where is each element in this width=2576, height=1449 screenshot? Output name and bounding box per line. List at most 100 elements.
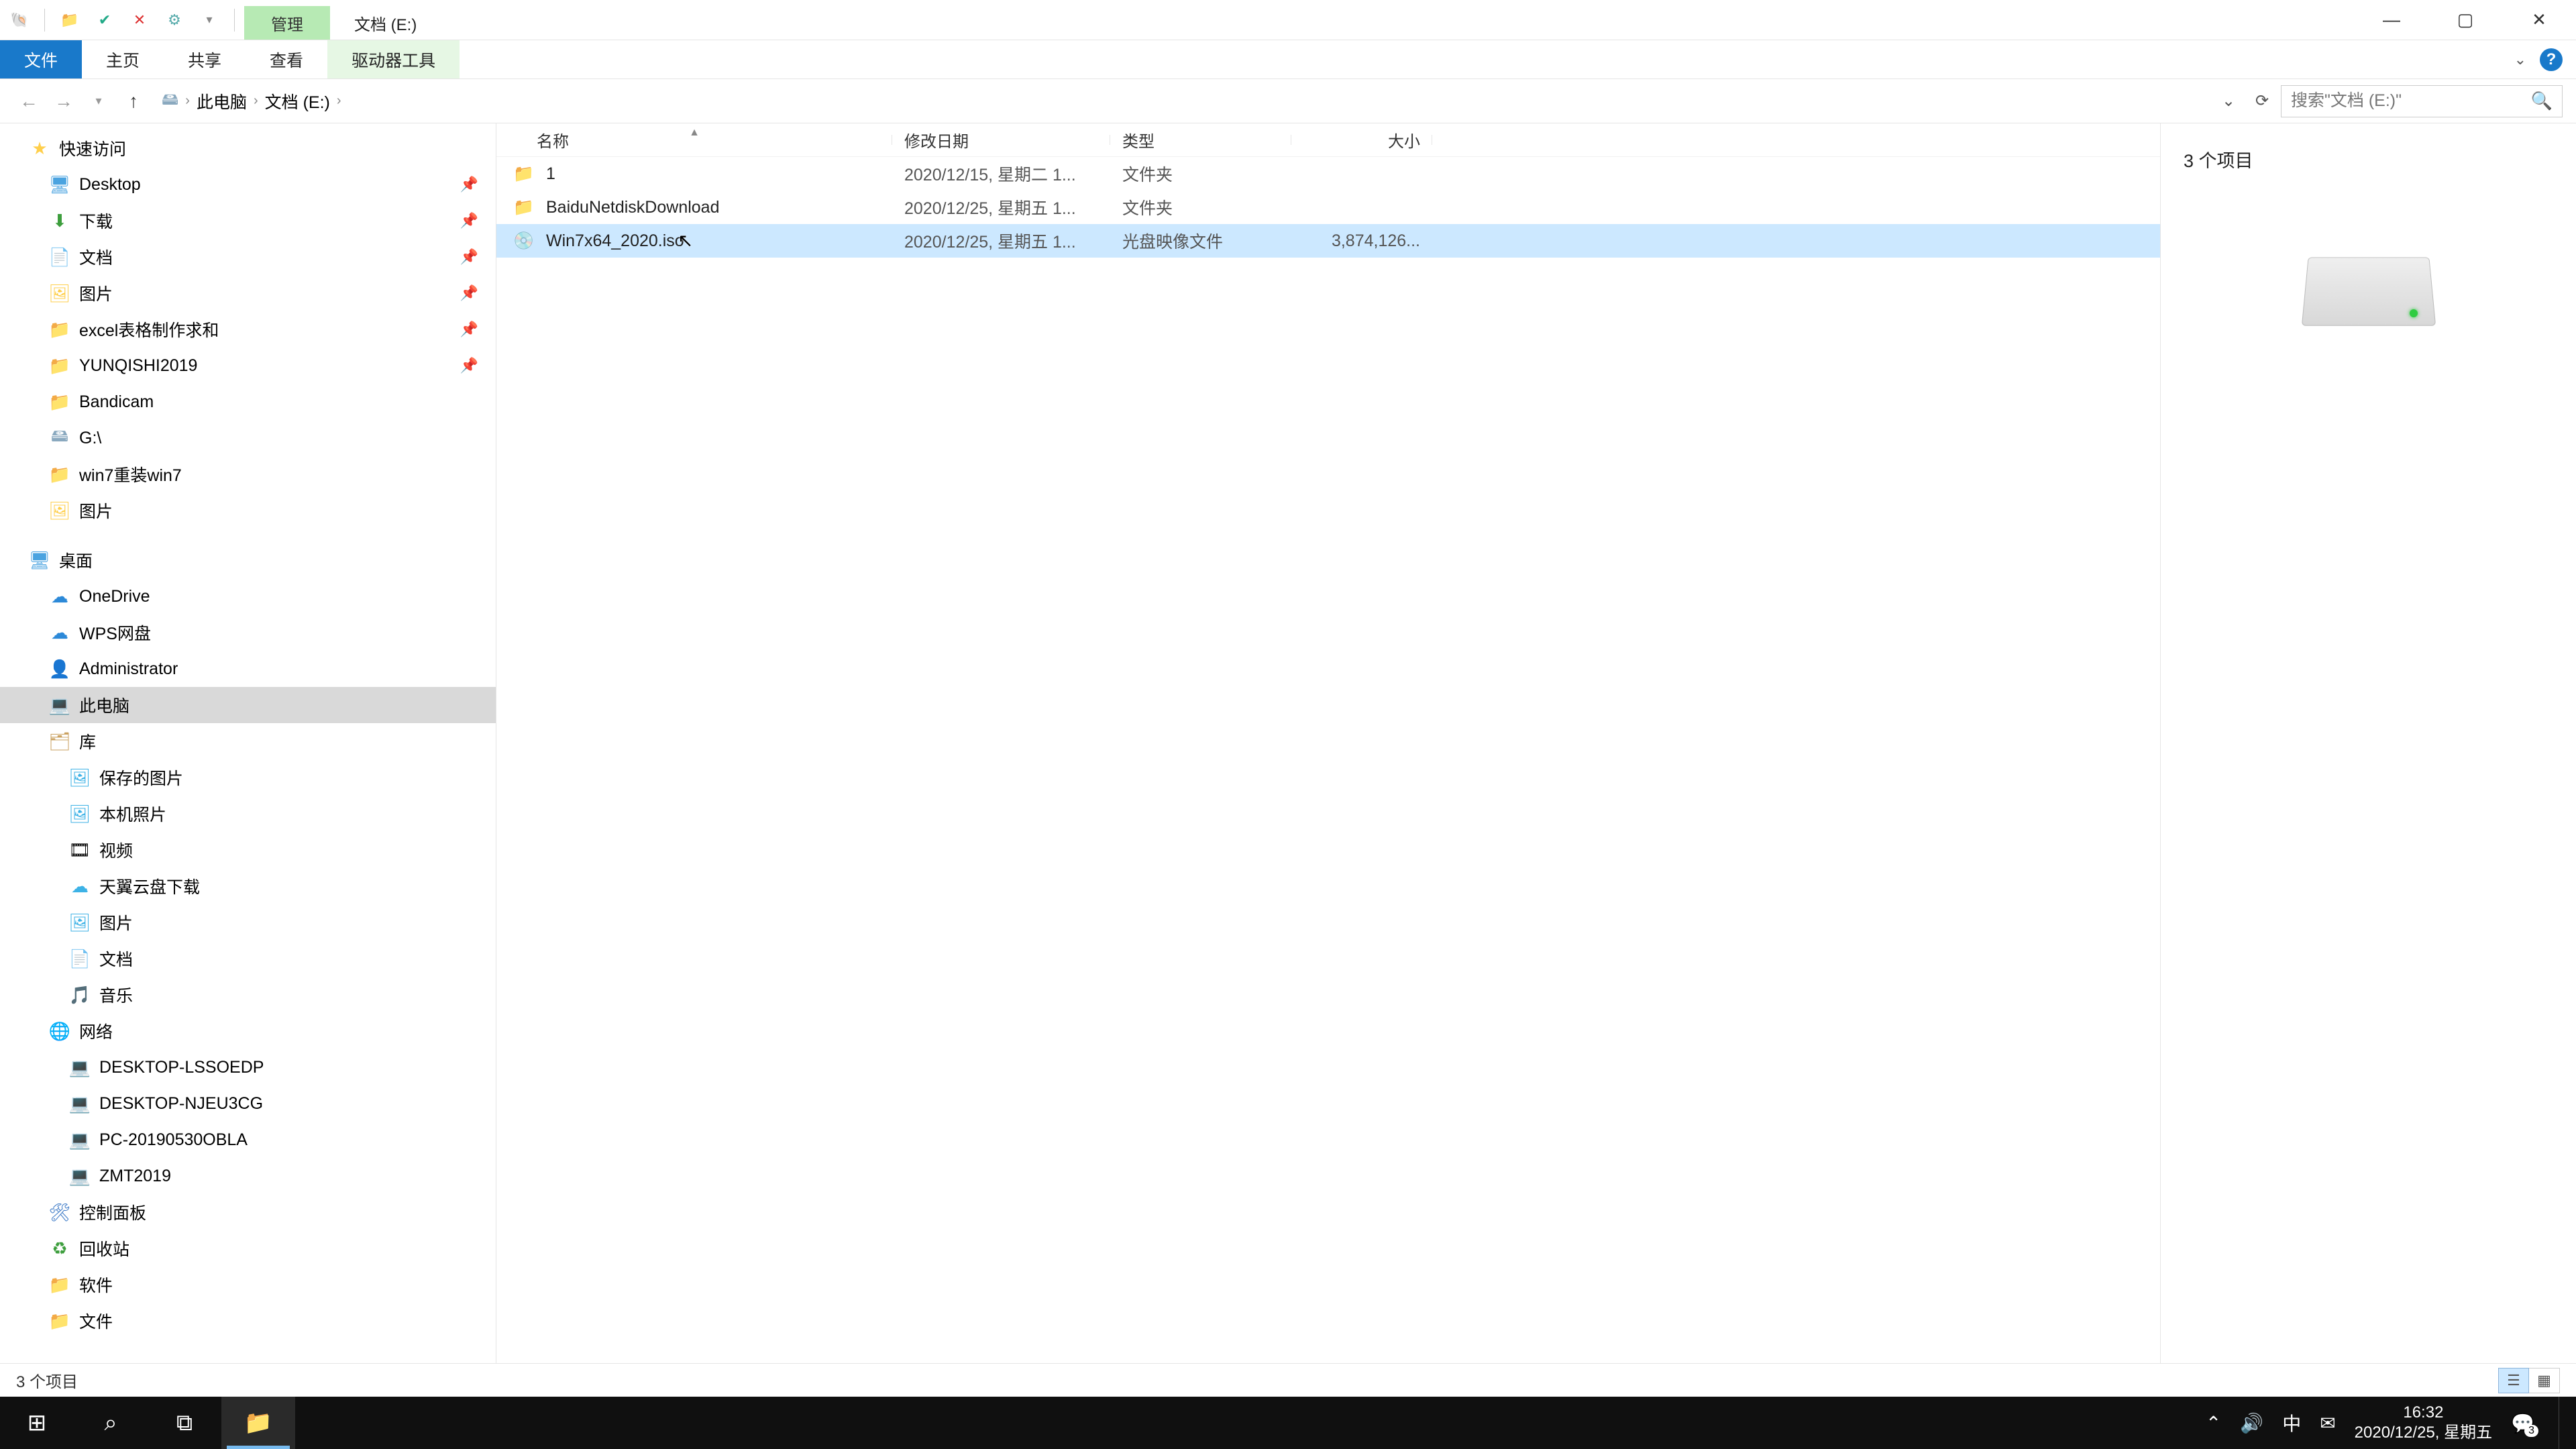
clock[interactable]: 16:32 2020/12/25, 星期五 — [2355, 1403, 2492, 1443]
minimize-button[interactable]: ― — [2355, 0, 2428, 40]
context-tab-manage[interactable]: 管理 — [244, 6, 330, 40]
tree-this-pc[interactable]: 💻此电脑 — [0, 687, 496, 723]
action-center-icon[interactable]: 💬3 — [2511, 1412, 2534, 1434]
breadcrumb-drive[interactable]: 文档 (E:) — [265, 89, 330, 113]
chevron-right-icon[interactable]: › — [254, 93, 258, 109]
column-type[interactable]: 类型 — [1110, 128, 1291, 152]
tree-label: 软件 — [79, 1273, 113, 1297]
tree-network-pc[interactable]: 💻 PC-20190530OBLA — [0, 1122, 496, 1158]
ribbon-tab-share[interactable]: 共享 — [164, 40, 246, 78]
tree-documents[interactable]: 📄文档📌 — [0, 239, 496, 275]
tree-videos[interactable]: 🎞视频 — [0, 832, 496, 868]
tree-desktop-group[interactable]: 🖥桌面 — [0, 542, 496, 578]
view-toggle-group: ☰ ▦ — [2498, 1368, 2560, 1393]
tree-software[interactable]: 📁软件 — [0, 1267, 496, 1303]
tray-overflow-icon[interactable]: ⌃ — [2206, 1412, 2221, 1434]
ribbon-tab-view[interactable]: 查看 — [246, 40, 327, 78]
tree-yunqishi[interactable]: 📁YUNQISHI2019📌 — [0, 347, 496, 384]
pin-icon: 📌 — [460, 248, 478, 266]
file-row[interactable]: 📁BaiduNetdiskDownload2020/12/25, 星期五 1..… — [496, 191, 2160, 224]
tree-g-drive[interactable]: 🖴G:\ — [0, 420, 496, 456]
column-name[interactable]: ▲名称 — [496, 128, 892, 152]
nav-recent-button[interactable]: ▾ — [83, 86, 114, 117]
file-date-cell: 2020/12/25, 星期五 1... — [892, 229, 1110, 253]
pc-icon: 💻 — [70, 1130, 90, 1150]
tree-label: win7重装win7 — [79, 462, 182, 486]
start-button[interactable]: ⊞ — [0, 1397, 74, 1449]
breadcrumb-pc[interactable]: 此电脑 — [197, 89, 247, 113]
close-button[interactable]: ✕ — [2502, 0, 2576, 40]
qat-check-icon[interactable]: ✔ — [92, 7, 117, 33]
column-date[interactable]: 修改日期 — [892, 128, 1110, 152]
tree-lib-documents[interactable]: 📄文档 — [0, 941, 496, 977]
explorer-taskbar-button[interactable]: 📁 — [221, 1397, 295, 1449]
tree-libraries[interactable]: 🗂库 — [0, 723, 496, 759]
refresh-icon[interactable]: ⟳ — [2247, 87, 2277, 116]
help-icon[interactable]: ? — [2540, 48, 2563, 71]
status-text: 3 个项目 — [16, 1368, 78, 1392]
view-details-button[interactable]: ☰ — [2498, 1368, 2529, 1393]
qat-settings-icon[interactable]: ⚙ — [162, 7, 187, 33]
tree-bandicam[interactable]: 📁Bandicam — [0, 384, 496, 420]
chevron-right-icon[interactable]: › — [185, 93, 190, 109]
tree-network-pc[interactable]: 💻DESKTOP-NJEU3CG — [0, 1085, 496, 1122]
maximize-button[interactable]: ▢ — [2428, 0, 2502, 40]
recycle-icon: ♻ — [50, 1238, 70, 1258]
search-input[interactable]: 🔍 — [2281, 85, 2563, 117]
tree-camera-roll[interactable]: 🖼本机照片 — [0, 796, 496, 832]
tree-administrator[interactable]: 👤Administrator — [0, 651, 496, 687]
file-name-cell: 📁BaiduNetdiskDownload — [496, 196, 892, 219]
tree-quick-access[interactable]: ★快速访问 — [0, 130, 496, 166]
file-row[interactable]: 📁12020/12/15, 星期二 1...文件夹 — [496, 157, 2160, 191]
qat-dropdown-icon[interactable]: ▾ — [197, 7, 222, 33]
tree-control-panel[interactable]: 🛠控制面板 — [0, 1194, 496, 1230]
file-row[interactable]: 💿Win7x64_2020.iso2020/12/25, 星期五 1...光盘映… — [496, 224, 2160, 258]
column-size[interactable]: 大小 — [1291, 128, 1432, 152]
nav-back-button[interactable]: ← — [13, 86, 44, 117]
ribbon-tab-file[interactable]: 文件 — [0, 40, 82, 78]
tree-network-pc[interactable]: 💻ZMT2019 — [0, 1158, 496, 1194]
tree-pictures[interactable]: 🖼图片📌 — [0, 275, 496, 311]
app-menu-icon[interactable]: 🐚 — [7, 7, 32, 33]
breadcrumb[interactable]: 🖴 › 此电脑 › 文档 (E:) › — [153, 85, 2210, 117]
tree-tianyi[interactable]: ☁天翼云盘下载 — [0, 868, 496, 904]
navigation-tree[interactable]: ★快速访问 🖥Desktop📌 ⬇下载📌 📄文档 📌 🖼图片📌 📁excel表格制… — [0, 123, 496, 1363]
view-icons-button[interactable]: ▦ — [2529, 1368, 2560, 1393]
tree-saved-pictures[interactable]: 🖼保存的图片 — [0, 759, 496, 796]
tree-label: PC-20190530OBLA — [99, 1130, 248, 1150]
tree-wps[interactable]: ☁WPS网盘 — [0, 614, 496, 651]
qat-folder-icon[interactable]: 📁 — [57, 7, 83, 33]
search-icon[interactable]: 🔍 — [2531, 91, 2553, 111]
quick-access-toolbar: 🐚 📁 ✔ ✕ ⚙ ▾ — [0, 0, 244, 40]
nav-up-button[interactable]: ↑ — [118, 86, 149, 117]
tree-desktop[interactable]: 🖥Desktop📌 — [0, 166, 496, 203]
nav-forward-button[interactable]: → — [48, 86, 79, 117]
chevron-right-icon[interactable]: › — [337, 93, 341, 109]
tray-app-icon[interactable]: ✉ — [2320, 1412, 2335, 1434]
ribbon-tab-drive-tools[interactable]: 驱动器工具 — [327, 40, 460, 78]
tree-downloads[interactable]: ⬇下载📌 — [0, 203, 496, 239]
ribbon-expand-icon[interactable]: ⌄ — [2514, 51, 2526, 68]
tree-files[interactable]: 📁文件 — [0, 1303, 496, 1339]
search-field[interactable] — [2291, 91, 2526, 111]
ribbon-tab-home[interactable]: 主页 — [82, 40, 164, 78]
task-view-button[interactable]: ⧉ — [148, 1397, 221, 1449]
tree-label: Desktop — [79, 175, 141, 195]
tree-music[interactable]: 🎵音乐 — [0, 977, 496, 1013]
tree-recycle-bin[interactable]: ♻回收站 — [0, 1230, 496, 1267]
qat-close-icon[interactable]: ✕ — [127, 7, 152, 33]
file-list[interactable]: 📁12020/12/15, 星期二 1...文件夹📁BaiduNetdiskDo… — [496, 157, 2160, 1363]
ime-indicator[interactable]: 中 — [2282, 1409, 2301, 1436]
volume-icon[interactable]: 🔊 — [2240, 1412, 2263, 1434]
tree-win7[interactable]: 📁win7重装win7 — [0, 456, 496, 492]
tree-pictures2[interactable]: 🖼图片 — [0, 492, 496, 529]
search-button[interactable]: ⌕ — [74, 1397, 148, 1449]
address-dropdown-icon[interactable]: ⌄ — [2214, 87, 2243, 116]
tree-onedrive[interactable]: ☁OneDrive — [0, 578, 496, 614]
tree-network-pc[interactable]: 💻DESKTOP-LSSOEDP — [0, 1049, 496, 1085]
tree-excel[interactable]: 📁excel表格制作求和📌 — [0, 311, 496, 347]
tree-lib-pictures[interactable]: 🖼图片 — [0, 904, 496, 941]
tree-network[interactable]: 🌐网络 — [0, 1013, 496, 1049]
show-desktop-button[interactable] — [2559, 1397, 2568, 1449]
tree-label: 文档 — [79, 245, 113, 269]
